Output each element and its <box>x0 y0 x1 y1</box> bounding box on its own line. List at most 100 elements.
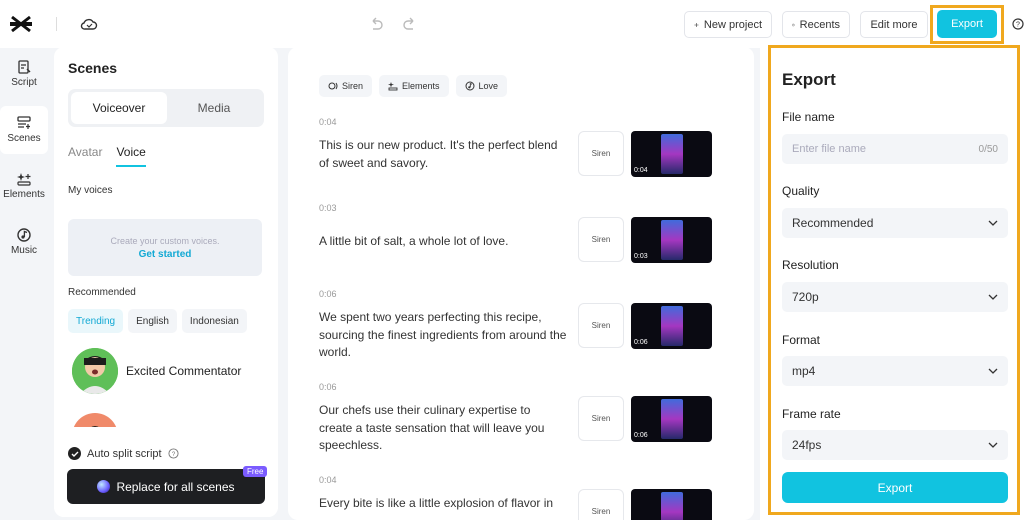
scene-thumbnail[interactable] <box>631 489 712 520</box>
chip-indonesian[interactable]: Indonesian <box>181 309 247 333</box>
scene-duration: 0:04 <box>319 117 337 127</box>
custom-voice-hint: Create your custom voices. <box>110 235 220 246</box>
voice-tag[interactable]: Siren <box>578 489 624 520</box>
thumbnail-duration: 0:06 <box>634 432 648 439</box>
scene-script-text[interactable]: Every bite is like a little explosion of… <box>319 495 567 513</box>
pill-label: Elements <box>402 81 440 91</box>
voice-icon <box>328 82 338 90</box>
export-button[interactable]: Export <box>782 472 1008 503</box>
frame-rate-select[interactable]: 24fps <box>782 430 1008 460</box>
export-title: Export <box>782 70 836 89</box>
recents-button[interactable]: Recents <box>782 11 850 38</box>
export-top-button[interactable]: Export <box>937 10 997 38</box>
export-panel: Export File name 0/50 Quality Recommende… <box>768 45 1020 515</box>
edit-more-button[interactable]: Edit more <box>860 11 928 38</box>
music-icon <box>465 81 475 91</box>
chevron-down-icon <box>988 442 998 448</box>
new-project-button[interactable]: New project <box>684 11 772 38</box>
edit-more-label: Edit more <box>870 18 918 31</box>
voice-item[interactable]: Excited Commentator <box>72 348 241 394</box>
tab-voice[interactable]: Voice <box>116 145 146 167</box>
scene-script-text[interactable]: This is our new product. It's the perfec… <box>319 137 567 172</box>
plus-icon <box>694 22 699 27</box>
scene-duration: 0:06 <box>319 289 337 299</box>
resolution-label: Resolution <box>782 258 839 272</box>
frame-rate-value: 24fps <box>792 438 822 452</box>
get-started-link[interactable]: Get started <box>139 249 192 260</box>
chevron-down-icon <box>988 220 998 226</box>
language-chips: Trending English Indonesian <box>68 309 247 333</box>
cloud-icon[interactable] <box>80 15 98 33</box>
voice-tag[interactable]: Siren <box>578 131 624 176</box>
nav-item-script[interactable]: Script <box>0 50 48 98</box>
free-badge: Free <box>243 466 268 477</box>
quality-select[interactable]: Recommended <box>782 208 1008 238</box>
panel-title: Scenes <box>68 60 118 76</box>
scene-script-text[interactable]: We spent two years perfecting this recip… <box>319 309 567 362</box>
thumbnail-duration: 0:06 <box>634 339 648 346</box>
tab-avatar[interactable]: Avatar <box>68 145 102 167</box>
scenes-panel: Scenes Voiceover Media Avatar Voice My v… <box>54 47 278 517</box>
pill-label: Love <box>478 81 499 91</box>
quality-value: Recommended <box>792 216 874 230</box>
help-icon[interactable]: ? <box>168 448 179 459</box>
voice-tag[interactable]: Siren <box>578 217 624 262</box>
avatar <box>72 348 118 394</box>
nav-label: Elements <box>3 189 45 200</box>
my-voices-label: My voices <box>68 185 113 196</box>
checkbox-checked-icon[interactable] <box>68 447 81 460</box>
person-icon <box>72 348 118 394</box>
scene-thumbnail[interactable]: 0:06 <box>631 396 712 442</box>
help-icon[interactable]: ? <box>1012 18 1024 30</box>
tab-voiceover[interactable]: Voiceover <box>71 92 167 124</box>
top-bar: New project Recents Edit more Export ? <box>0 0 1024 48</box>
voice-tag[interactable]: Siren <box>578 396 624 441</box>
scene-thumbnail[interactable]: 0:04 <box>631 131 712 177</box>
svg-text:?: ? <box>171 451 175 458</box>
auto-split-option[interactable]: Auto split script ? <box>68 447 179 460</box>
replace-button-label: Replace for all scenes <box>116 479 235 494</box>
replace-all-button[interactable]: Replace for all scenes <box>67 469 265 504</box>
resolution-select[interactable]: 720p <box>782 282 1008 312</box>
chevron-down-icon <box>988 368 998 374</box>
file-name-field[interactable]: 0/50 <box>782 134 1008 164</box>
custom-voice-card: Create your custom voices. Get started <box>68 219 262 276</box>
style-pills: Siren Elements Love <box>319 75 508 97</box>
thumbnail-image <box>661 134 683 174</box>
pill-label: Siren <box>342 81 364 91</box>
redo-icon[interactable] <box>402 16 418 32</box>
script-panel: Siren Elements Love 0:04 This is our new… <box>288 47 754 520</box>
capcut-logo[interactable] <box>10 14 32 34</box>
scene-thumbnail[interactable]: 0:06 <box>631 303 712 349</box>
ai-orb-icon <box>97 480 111 493</box>
thumbnail-duration: 0:03 <box>634 253 648 260</box>
scene-thumbnail[interactable]: 0:03 <box>631 217 712 263</box>
thumbnail-image <box>661 220 683 260</box>
format-select[interactable]: mp4 <box>782 356 1008 386</box>
undo-icon[interactable] <box>368 16 384 32</box>
tab-media[interactable]: Media <box>166 92 262 124</box>
nav-item-music[interactable]: Music <box>0 218 48 266</box>
chevron-down-icon <box>988 294 998 300</box>
recommended-label: Recommended <box>68 287 136 298</box>
nav-item-scenes[interactable]: Scenes <box>0 106 48 154</box>
scenes-icon <box>17 116 31 129</box>
voice-tag[interactable]: Siren <box>578 303 624 348</box>
scene-script-text[interactable]: Our chefs use their culinary expertise t… <box>319 402 567 455</box>
chip-trending[interactable]: Trending <box>68 309 124 333</box>
quality-label: Quality <box>782 184 820 198</box>
nav-item-elements[interactable]: Elements <box>0 162 48 210</box>
char-count: 0/50 <box>978 143 998 155</box>
pill-love[interactable]: Love <box>455 75 508 97</box>
voice-sub-tabs: Avatar Voice <box>68 145 146 167</box>
elements-icon <box>17 173 31 186</box>
scene-script-text[interactable]: A little bit of salt, a whole lot of lov… <box>319 233 567 251</box>
thumbnail-duration: 0:04 <box>634 167 648 174</box>
pill-elements[interactable]: Elements <box>379 75 449 97</box>
voice-name: Excited Commentator <box>126 364 242 378</box>
format-value: mp4 <box>792 364 816 378</box>
file-name-label: File name <box>782 110 835 124</box>
chip-english[interactable]: English <box>128 309 177 333</box>
pill-siren[interactable]: Siren <box>319 75 373 97</box>
file-name-input[interactable] <box>792 143 942 155</box>
